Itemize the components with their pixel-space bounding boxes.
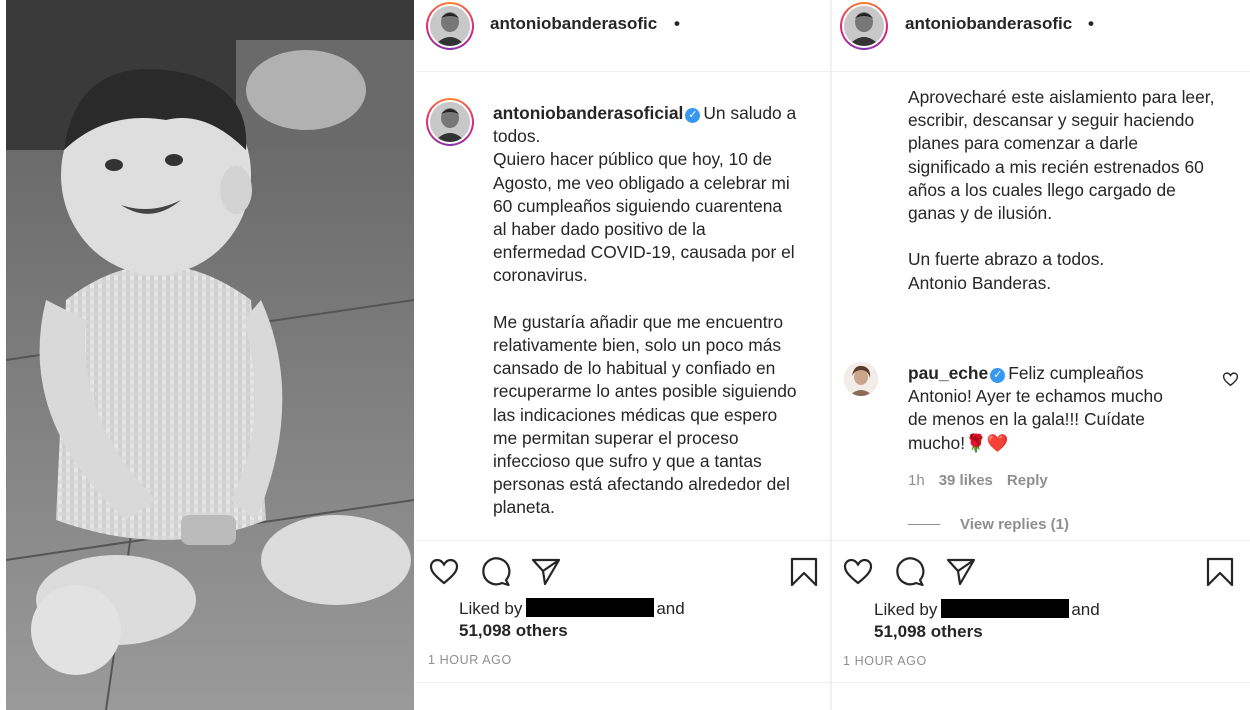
comment-icon[interactable] <box>480 556 512 588</box>
comment-heart-icon[interactable] <box>1222 371 1239 393</box>
post-photo <box>6 0 414 710</box>
bottom-divider-2 <box>832 682 1250 683</box>
comment-body: Antonio! Ayer te echamos mucho de menos … <box>908 386 1163 453</box>
avatar-image <box>430 6 470 46</box>
share-icon[interactable] <box>945 556 977 588</box>
post-panel-left: antoniobanderasofic • antoniobanderasofi… <box>416 0 830 710</box>
caption-avatar-image <box>430 102 470 142</box>
liked-and-2: and <box>1071 600 1100 619</box>
verified-icon: ✓ <box>990 368 1006 383</box>
header-dot: • <box>674 14 680 33</box>
comment-avatar[interactable] <box>844 362 878 396</box>
caption-username[interactable]: antoniobanderasoficial <box>493 103 683 123</box>
post-header-2: antoniobanderasofic • <box>832 0 1250 72</box>
liked-by-label: Liked by <box>459 599 523 618</box>
redacted-name-2 <box>941 599 1070 618</box>
likes-count[interactable]: 51,098 others <box>459 621 568 641</box>
caption-body: todos. Quiero hacer público que hoy, 10 … <box>493 126 797 518</box>
header-username[interactable]: antoniobanderasofic <box>490 14 657 34</box>
likes-count-2[interactable]: 51,098 others <box>874 622 983 642</box>
actions-divider <box>416 540 830 541</box>
comment-meta: 1h 39 likes Reply <box>908 472 1048 489</box>
comment-first-line: Feliz cumpleaños <box>1008 363 1144 383</box>
comment-username[interactable]: pau_eche <box>908 363 988 383</box>
post-caption-continued: Aprovecharé este aislamiento para leer, … <box>908 87 1215 293</box>
liked-by-label-2: Liked by <box>874 600 938 619</box>
view-replies[interactable]: View replies (1) <box>908 516 1069 533</box>
post-timestamp-2: 1 HOUR AGO <box>843 654 927 668</box>
bookmark-icon[interactable] <box>788 556 820 588</box>
view-replies-label[interactable]: View replies (1) <box>960 516 1069 533</box>
header-dot-2: • <box>1088 14 1094 33</box>
post-caption: antoniobanderasoficial ✓ Un saludo a todos.… <box>493 102 827 520</box>
redacted-name <box>526 598 655 617</box>
avatar-image <box>844 6 884 46</box>
heart-icon[interactable] <box>428 556 460 588</box>
post-header: antoniobanderasofic • <box>416 0 830 72</box>
liked-by-2: Liked by and <box>874 599 1100 620</box>
reply-button[interactable]: Reply <box>1007 472 1048 489</box>
post-panel-right: antoniobanderasofic • Aprovecharé este a… <box>832 0 1250 710</box>
comment-likes[interactable]: 39 likes <box>939 472 993 489</box>
heart-icon[interactable] <box>842 556 874 588</box>
comment-time: 1h <box>908 472 925 489</box>
caption-first-line: Un saludo a <box>703 103 797 123</box>
comment-icon[interactable] <box>894 556 926 588</box>
actions-divider-2 <box>832 540 1250 541</box>
share-icon[interactable] <box>530 556 562 588</box>
bookmark-icon[interactable] <box>1204 556 1236 588</box>
post-timestamp: 1 HOUR AGO <box>428 653 512 667</box>
verified-icon: ✓ <box>685 108 701 123</box>
comment-text: pau_eche ✓ Feliz cumpleaños Antonio! Ayer t… <box>908 362 1208 455</box>
view-replies-line <box>908 524 940 525</box>
liked-by: Liked by and <box>459 598 685 619</box>
bottom-divider <box>416 682 830 683</box>
liked-and: and <box>656 599 685 618</box>
header-username-2[interactable]: antoniobanderasofic <box>905 14 1072 34</box>
